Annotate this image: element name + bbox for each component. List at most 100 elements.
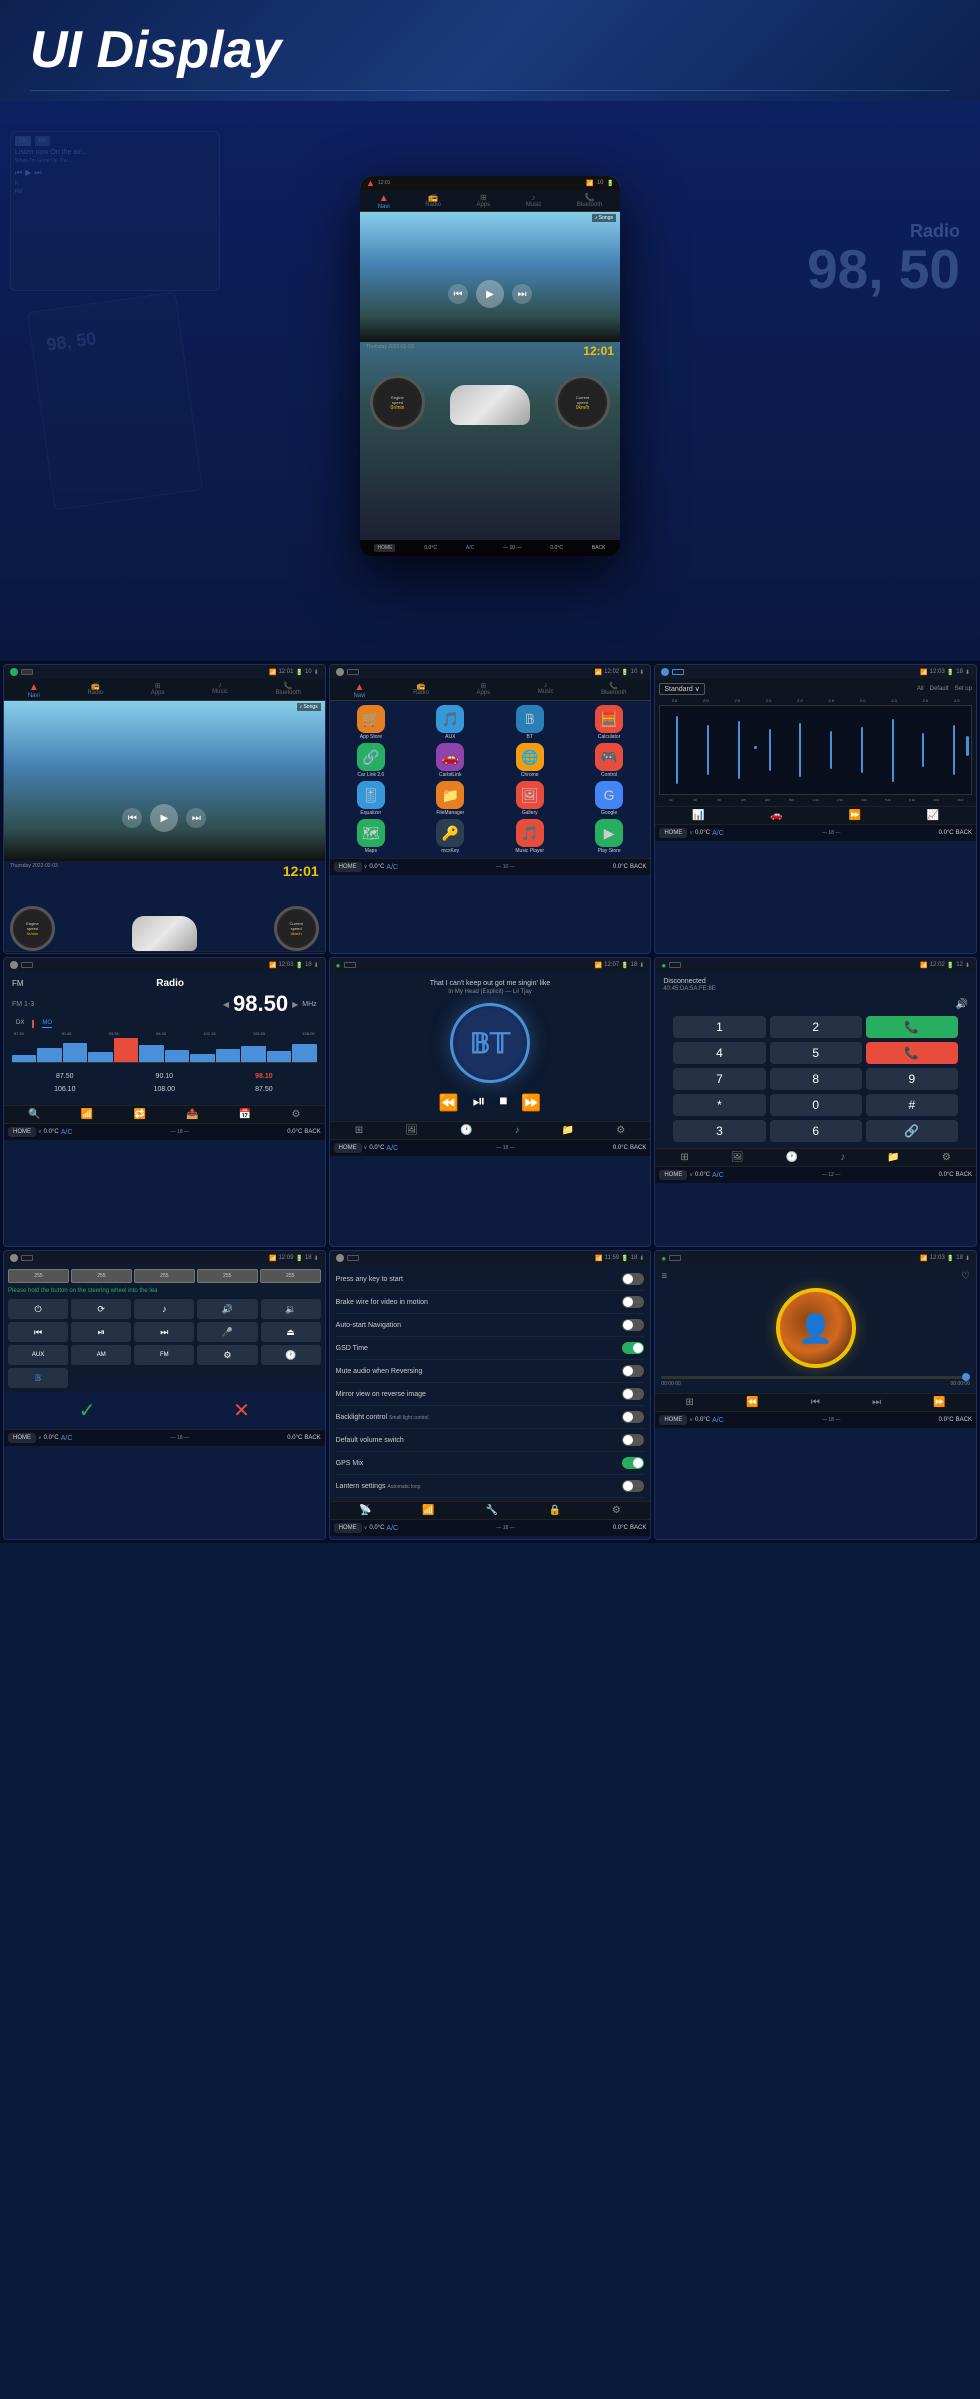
signal-icon[interactable]: 📶 [81,1109,93,1120]
fast-forward-icon[interactable]: ⏩ [933,1397,945,1408]
ac-button-2[interactable]: A/C [386,864,398,871]
home-screen-card: 📶12:01🔋10⬇ ▲Navi 📻Radio ⊞Apps ♪Music 📞Bl… [3,664,326,954]
carlink-icon[interactable]: 🔗 Car Link 2.0 [333,743,409,778]
key-hash[interactable]: # [866,1094,958,1116]
toggle-gps[interactable] [622,1457,644,1469]
setting-lantern: Lantern settings Automatic loop [336,1475,645,1498]
skip-forward-icon[interactable]: ⏭ [872,1397,881,1408]
settings-icon-4[interactable]: ⚙ [612,1505,621,1516]
home-button-4[interactable]: HOME [8,1127,36,1137]
calendar-icon[interactable]: 📅 [239,1109,251,1120]
wrench-icon[interactable]: 🔧 [485,1505,497,1516]
google-icon[interactable]: G Google [571,781,647,816]
chrome-icon[interactable]: 🌐 Chrome [491,743,567,778]
aux-icon[interactable]: 🎵 AUX [412,705,488,740]
bt-icon[interactable]: 𝔹 BT [491,705,567,740]
home-button-9[interactable]: HOME [659,1415,687,1425]
toggle-mirror[interactable] [622,1388,644,1400]
filemanager-icon[interactable]: 📁 FileManager [412,781,488,816]
bt-forward[interactable]: ⏩ [521,1093,541,1113]
back-button-9[interactable]: BACK [956,1417,972,1423]
toggle-mute[interactable] [622,1365,644,1377]
export-icon[interactable]: 📤 [186,1109,198,1120]
system-settings-card: 📶11:59🔋18⬇ Press any key to start Brake … [329,1250,652,1540]
home-button-3[interactable]: HOME [659,828,687,838]
image-icon-2[interactable]: 🖼 [731,1152,744,1163]
mcxkey-icon[interactable]: 🔑 mcxKey [412,819,488,854]
toggle-gsd[interactable] [622,1342,644,1354]
key-9[interactable]: 9 [866,1068,958,1090]
back-button-7[interactable]: BACK [304,1435,320,1441]
grid-icon-2[interactable]: ⊞ [680,1152,688,1163]
equalizer-icon[interactable]: 🎚 Equalizer [333,781,409,816]
chart-icon[interactable]: 📈 [927,810,939,821]
image-icon[interactable]: 🖼 [405,1125,418,1136]
confirm-x[interactable]: ✕ [233,1398,250,1423]
key-8[interactable]: 8 [770,1068,862,1090]
key-call[interactable]: 📞 [866,1016,958,1038]
settings-icon-3[interactable]: ⚙ [942,1152,951,1163]
home-button-8[interactable]: HOME [334,1523,362,1533]
control-icon[interactable]: 🎮 Control [571,743,647,778]
grid-icon[interactable]: ⊞ [355,1125,363,1136]
back-button-2[interactable]: BACK [630,864,646,870]
key-1[interactable]: 1 [673,1016,765,1038]
toggle-lantern[interactable] [622,1480,644,1492]
eq-icon[interactable]: 📊 [692,810,704,821]
toggle-backlight[interactable] [622,1411,644,1423]
gallery-icon[interactable]: 🖼 Gallery [491,781,567,816]
confirm-check[interactable]: ✓ [79,1398,96,1423]
toggle-auto-nav[interactable] [622,1319,644,1331]
toggle-brake-wire[interactable] [622,1296,644,1308]
key-6[interactable]: 6 [770,1120,862,1142]
app-store-icon[interactable]: 🛒 App Store [333,705,409,740]
search-icon[interactable]: 🔍 [28,1109,40,1120]
music-player-icon[interactable]: 🎵 Music Player [491,819,567,854]
music-icon[interactable]: ♪ [515,1125,520,1136]
wifi-icon[interactable]: 📶 [422,1505,434,1516]
key-star[interactable]: * [673,1094,765,1116]
clock-icon[interactable]: 🕐 [460,1125,472,1136]
back-button-5[interactable]: BACK [630,1145,646,1151]
bt-stop[interactable]: ⏹ [499,1093,507,1113]
rewind-icon[interactable]: ⏪ [746,1397,758,1408]
signal-icon-2[interactable]: 📡 [359,1505,371,1516]
home-button-6[interactable]: HOME [659,1170,687,1180]
calculator-icon[interactable]: 🧮 Calculator [571,705,647,740]
setting-mirror: Mirror view on reverse image [336,1383,645,1406]
bt-rewind[interactable]: ⏪ [439,1093,459,1113]
maps-icon[interactable]: 🗺 Maps [333,819,409,854]
carbitlink-icon[interactable]: 🚗 CarbitLink [412,743,488,778]
home-button-7[interactable]: HOME [8,1433,36,1443]
key-4[interactable]: 4 [673,1042,765,1064]
key-5[interactable]: 5 [770,1042,862,1064]
toggle-press-key[interactable] [622,1273,644,1285]
toggle-volume[interactable] [622,1434,644,1446]
folder-icon-2[interactable]: 📁 [887,1152,899,1163]
clock-icon-2[interactable]: 🕐 [786,1152,798,1163]
home-button-5[interactable]: HOME [334,1143,362,1153]
play-store-icon[interactable]: ▶ Play Store [571,819,647,854]
car-icon[interactable]: 🚗 [770,810,782,821]
home-button-2[interactable]: HOME [334,862,362,872]
loop-icon[interactable]: 🔁 [133,1109,145,1120]
skip-icon[interactable]: ⏩ [848,810,860,821]
menu-icon[interactable]: ⊞ [685,1397,693,1408]
key-2[interactable]: 2 [770,1016,862,1038]
music-icon-2[interactable]: ♪ [840,1152,845,1163]
lock-icon[interactable]: 🔒 [549,1505,561,1516]
key-link[interactable]: 🔗 [866,1120,958,1142]
back-button-6[interactable]: BACK [956,1172,972,1178]
key-3[interactable]: 3 [673,1120,765,1142]
settings-icon[interactable]: ⚙ [292,1109,301,1120]
back-button-3[interactable]: BACK [956,830,972,836]
back-button-4[interactable]: BACK [304,1129,320,1135]
key-hangup[interactable]: 📞 [866,1042,958,1064]
key-7[interactable]: 7 [673,1068,765,1090]
prev-icon[interactable]: ⏮ [811,1397,820,1408]
folder-icon[interactable]: 📁 [562,1125,574,1136]
bt-playpause[interactable]: ⏯ [473,1093,486,1113]
settings-icon-2[interactable]: ⚙ [616,1125,625,1136]
key-0[interactable]: 0 [770,1094,862,1116]
back-button-8[interactable]: BACK [630,1525,646,1531]
